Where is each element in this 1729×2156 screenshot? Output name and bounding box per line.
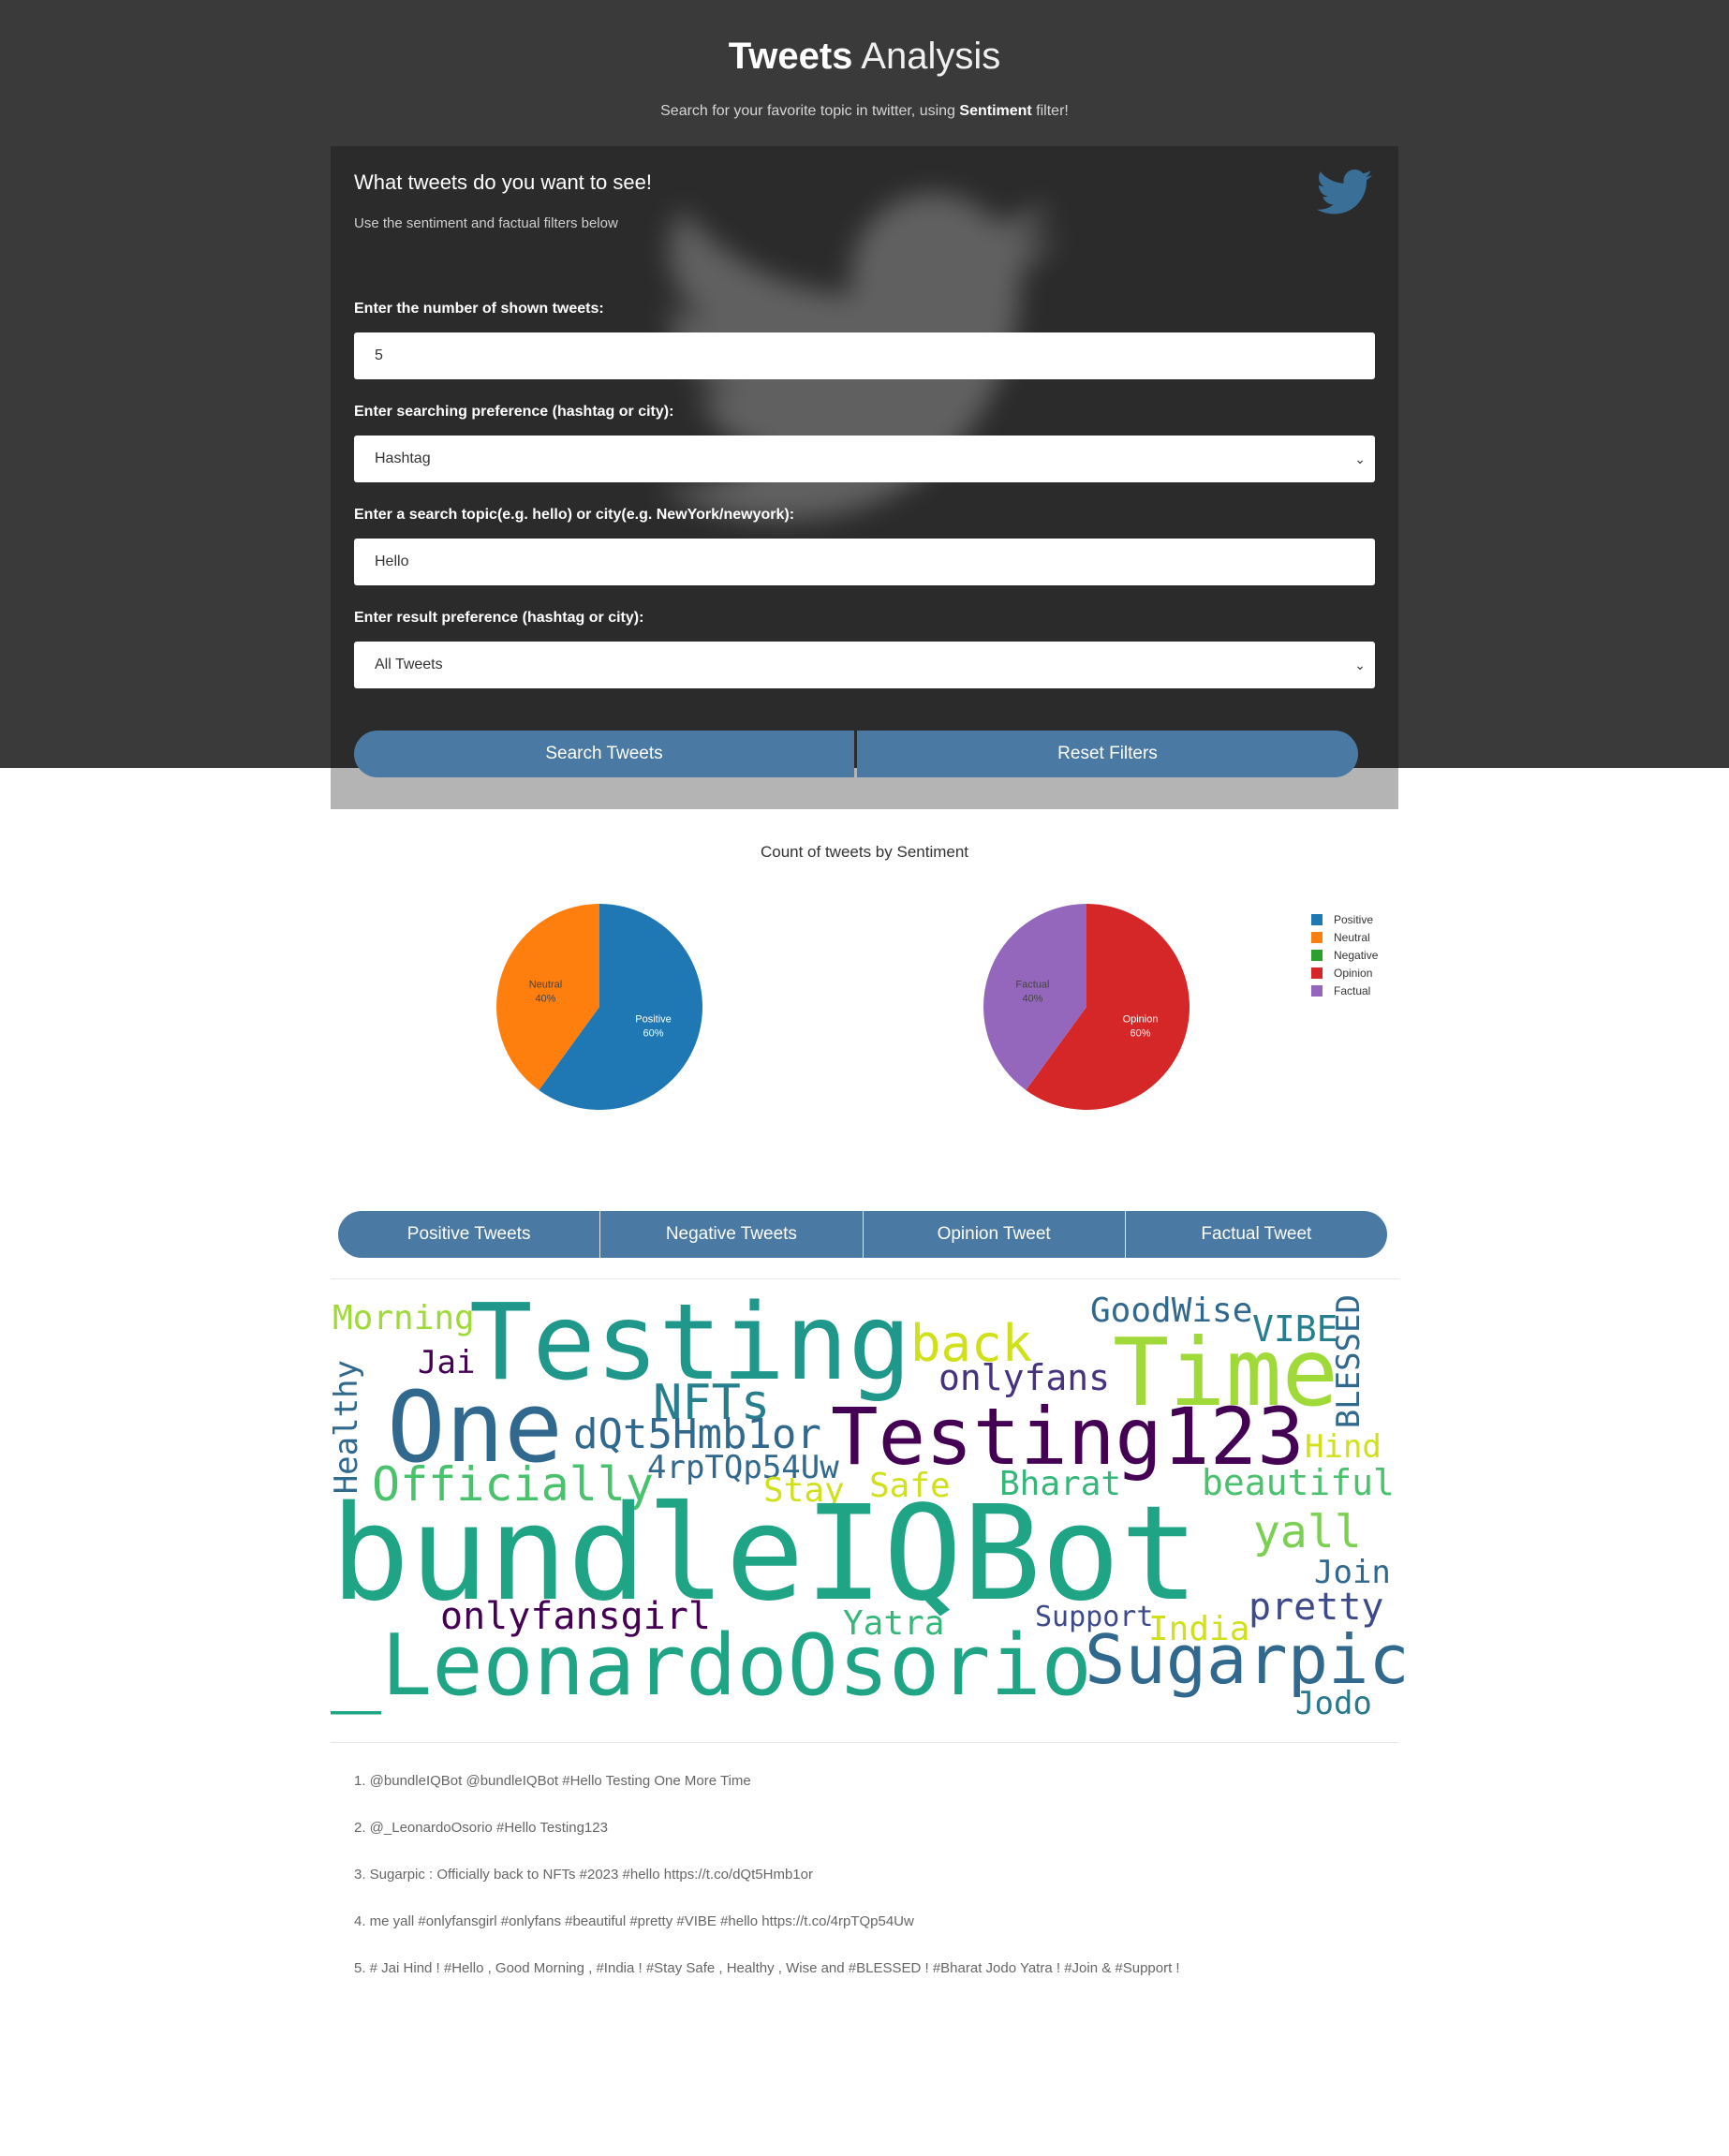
tweet-item: 2. @_LeonardoOsorio #Hello Testing123 (354, 1820, 608, 1836)
word-cloud-word: yall (1253, 1506, 1362, 1558)
word-cloud-word: VIBE (1252, 1308, 1338, 1350)
pie-slice-percent: 60% (1130, 1028, 1151, 1040)
search-tweets-button[interactable]: Search Tweets (354, 731, 854, 777)
legend-item-negative: Negative (1311, 946, 1378, 964)
pie-slice-label: Opinion (1123, 1014, 1159, 1026)
result-preference-value: All Tweets (375, 657, 443, 672)
form-title: What tweets do you want to see! (354, 170, 652, 194)
tweet-item: 5. # Jai Hind ! #Hello , Good Morning , … (354, 1960, 1180, 1976)
search-topic-label: Enter a search topic(e.g. hello) or city… (354, 507, 795, 523)
legend-label: Factual (1334, 983, 1371, 997)
tab-positive-tweets[interactable]: Positive Tweets (338, 1211, 599, 1258)
legend-label: Negative (1334, 948, 1379, 962)
result-preference-label: Enter result preference (hashtag or city… (354, 610, 644, 626)
divider (331, 1742, 1398, 1743)
pie-slice-percent: 60% (643, 1028, 664, 1040)
chevron-down-icon: ⌄ (1354, 657, 1366, 672)
legend-swatch (1311, 931, 1323, 943)
form-subtitle: Use the sentiment and factual filters be… (354, 215, 618, 231)
pie-slice-percent: 40% (535, 993, 555, 1004)
word-cloud-word: Healthy (328, 1360, 365, 1495)
tweet-count-input[interactable]: 5 (354, 332, 1375, 379)
pie-slice-label: Neutral (529, 979, 562, 990)
legend-swatch (1311, 913, 1323, 925)
page-subtitle: Search for your favorite topic in twitte… (660, 103, 1069, 119)
count-label: Enter the number of shown tweets: (354, 301, 604, 317)
tweet-filter-tabs: Positive Tweets Negative Tweets Opinion … (338, 1211, 1387, 1258)
legend-label: Opinion (1334, 966, 1373, 980)
legend-item-opinion: Opinion (1311, 964, 1378, 982)
tweet-item: 3. Sugarpic : Officially back to NFTs #2… (354, 1867, 813, 1883)
search-preference-value: Hashtag (375, 450, 431, 466)
tweet-item: 4. me yall #onlyfansgirl #onlyfans #beau… (354, 1913, 914, 1929)
search-preference-label: Enter searching preference (hashtag or c… (354, 404, 674, 420)
legend-label: Neutral (1334, 930, 1370, 944)
legend-item-positive: Positive (1311, 910, 1378, 928)
legend-swatch (1311, 984, 1323, 997)
search-topic-input[interactable]: Hello (354, 539, 1375, 585)
word-cloud: Morning Testing back GoodWise Time VIBE … (328, 1285, 1410, 1735)
tweet-list: 1. @bundleIQBot @bundleIQBot #Hello Test… (354, 1773, 1180, 2007)
tab-factual-tweet[interactable]: Factual Tweet (1124, 1211, 1387, 1258)
search-preference-select[interactable]: Hashtag ⌄ (354, 436, 1375, 482)
word-cloud-word: Jodo (1295, 1685, 1372, 1722)
reset-filters-button[interactable]: Reset Filters (857, 731, 1358, 777)
pie-slice-percent: 40% (1022, 993, 1042, 1004)
tweet-item: 1. @bundleIQBot @bundleIQBot #Hello Test… (354, 1773, 751, 1789)
legend-swatch (1311, 949, 1323, 961)
page-title: Tweets Analysis (728, 36, 1001, 77)
legend-item-neutral: Neutral (1311, 928, 1378, 946)
search-topic-value: Hello (375, 554, 409, 569)
pie-slice-label: Factual (1015, 979, 1049, 990)
word-cloud-word: Morning (332, 1299, 475, 1337)
tab-opinion-tweet[interactable]: Opinion Tweet (862, 1211, 1125, 1258)
word-cloud-word: Join (1314, 1554, 1391, 1591)
word-cloud-word: beautiful (1202, 1462, 1395, 1503)
word-cloud-word: Hind (1305, 1428, 1382, 1466)
legend-label: Positive (1334, 912, 1374, 926)
tab-negative-tweets[interactable]: Negative Tweets (599, 1211, 862, 1258)
word-cloud-word: _LeonardoOsorio (331, 1617, 1092, 1715)
twitter-icon (1317, 170, 1372, 214)
chart-title: Count of tweets by Sentiment (760, 843, 969, 861)
tweet-count-value: 5 (375, 347, 383, 363)
legend-swatch (1311, 967, 1323, 979)
chart-legend: Positive Neutral Negative Opinion Factua… (1311, 910, 1378, 999)
legend-item-factual: Factual (1311, 982, 1378, 999)
chevron-down-icon: ⌄ (1354, 451, 1366, 466)
word-cloud-word: Sugarpic (1085, 1620, 1410, 1699)
sentiment-pie-charts: Positive 60% Neutral 40% Opinion 60% Factual 40… (495, 904, 1190, 1110)
result-preference-select[interactable]: All Tweets ⌄ (354, 642, 1375, 688)
pie-slice-label: Positive (635, 1014, 672, 1026)
word-cloud-word: BLESSED (1330, 1294, 1367, 1429)
divider (331, 1278, 1398, 1279)
